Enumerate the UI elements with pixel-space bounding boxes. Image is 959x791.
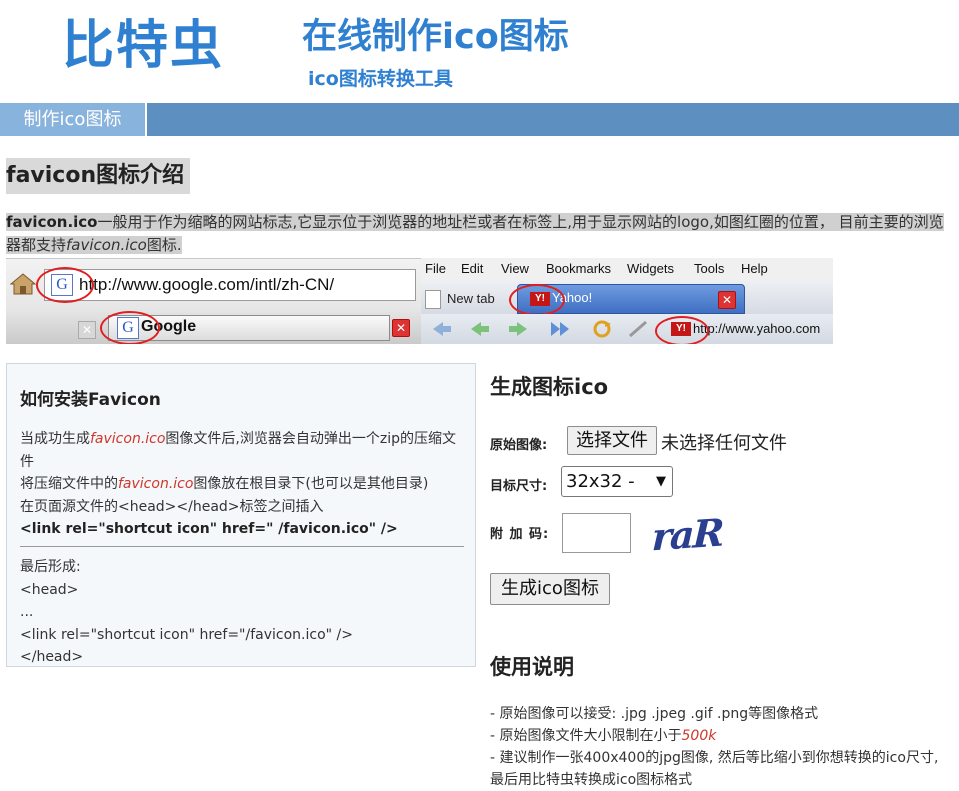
usage-item: - 原始图像文件大小限制在小于500k — [490, 728, 717, 744]
intro-bold-term: favicon.ico — [6, 213, 98, 231]
menu-item: Widgets — [627, 261, 674, 276]
page-subtitle: ico图标转换工具 — [308, 68, 453, 90]
yahoo-tab-bar: New tab Y! Yahoo! ✕ — [421, 280, 833, 316]
close-icon: ✕ — [718, 291, 736, 309]
page-title: 在线制作ico图标 — [302, 17, 569, 57]
usage-list: - 原始图像可以接受: .jpg .jpeg .gif .png等图像格式 - … — [490, 703, 940, 791]
menu-item: File — [425, 261, 446, 276]
intro-italic-term: favicon.ico — [66, 236, 147, 254]
usage-item: - 建议制作一张400x400的jpg图像, 然后等比缩小到你想转换的ico尺寸… — [490, 750, 939, 788]
install-code-snippet: <link rel="shortcut icon" href=" /favico… — [20, 521, 398, 537]
back-icon — [471, 322, 489, 336]
yahoo-nav-toolbar: Y! http://www.yahoo.com — [421, 314, 833, 344]
menu-bar: File Edit View Bookmarks Widgets Tools H… — [421, 258, 833, 280]
install-heading: 如何安装Favicon — [20, 390, 161, 410]
reload-icon — [593, 320, 611, 338]
install-step-1: 当成功生成favicon.ico图像文件后,浏览器会自动弹出一个zip的压缩文件 — [20, 431, 456, 470]
google-tab-bar: ✕ G Google ✕ — [6, 309, 421, 344]
intro-text-end: 图标. — [146, 236, 182, 254]
nav-bar: 制作ico图标 — [0, 103, 959, 136]
back-icon — [433, 322, 451, 336]
result-line: ... — [20, 604, 34, 620]
captcha-label: 附 加 码: — [490, 527, 550, 542]
close-icon: ✕ — [392, 319, 410, 337]
menu-item: Help — [741, 261, 768, 276]
nav-tab-make-ico[interactable]: 制作ico图标 — [0, 103, 147, 136]
menu-item: Bookmarks — [546, 261, 612, 276]
result-line: <link rel="shortcut icon" href="/favicon… — [20, 626, 353, 643]
usage-item: - 原始图像可以接受: .jpg .jpeg .gif .png等图像格式 — [490, 706, 819, 722]
highlight-circle — [100, 311, 160, 344]
install-step-2: 将压缩文件中的favicon.ico图像放在根目录下(也可以是其他目录) — [20, 476, 429, 492]
new-tab-label: New tab — [447, 291, 495, 306]
result-line: <head> — [20, 581, 79, 598]
generate-ico-button[interactable]: 生成ico图标 — [490, 573, 610, 605]
install-step-3: 在页面源文件的<head></head>标签之间插入 — [20, 498, 324, 515]
install-result: 最后形成: <head> ... <link rel="shortcut ico… — [20, 556, 465, 669]
google-url: http://www.google.com/intl/zh-CN/ — [79, 275, 335, 294]
target-size-label: 目标尺寸: — [490, 479, 548, 494]
highlight-circle — [655, 316, 709, 344]
highlight-circle — [36, 267, 94, 303]
close-icon: ✕ — [78, 321, 96, 339]
menu-item: Tools — [694, 261, 725, 276]
menu-item: View — [501, 261, 529, 276]
result-label: 最后形成: — [20, 559, 81, 575]
pen-icon — [629, 320, 647, 338]
google-address-bar: G http://www.google.com/intl/zh-CN/ — [44, 269, 416, 301]
highlight-circle — [509, 284, 565, 316]
divider — [20, 546, 464, 547]
google-browser-illustration: G http://www.google.com/intl/zh-CN/ ✕ G … — [6, 258, 421, 344]
new-tab: New tab — [425, 286, 521, 312]
fast-forward-icon — [551, 322, 569, 336]
generate-heading: 生成图标ico — [490, 375, 609, 399]
menu-item: Edit — [461, 261, 484, 276]
target-size-select[interactable]: 32x32 - ▼ — [561, 466, 673, 497]
captcha-input[interactable] — [562, 513, 631, 553]
chevron-down-icon: ▼ — [656, 474, 666, 489]
site-logo[interactable]: 比特虫 — [62, 14, 224, 78]
yahoo-browser-illustration: File Edit View Bookmarks Widgets Tools H… — [421, 258, 833, 344]
home-icon — [10, 273, 36, 295]
favicon-illustration: G http://www.google.com/intl/zh-CN/ ✕ G … — [6, 258, 833, 344]
intro-paragraph: favicon.ico一般用于作为缩略的网站标志,它显示位于浏览器的地址栏或者在… — [6, 211, 952, 257]
usage-heading: 使用说明 — [490, 655, 574, 679]
install-instructions: 当成功生成favicon.ico图像文件后,浏览器会自动弹出一个zip的压缩文件… — [20, 428, 465, 541]
file-status: 未选择任何文件 — [661, 433, 787, 454]
yahoo-url: http://www.yahoo.com — [693, 321, 821, 336]
target-size-value: 32x32 - — [566, 471, 635, 492]
forward-icon — [509, 322, 527, 336]
intro-heading: favicon图标介绍 — [6, 158, 191, 194]
result-line: </head> — [20, 649, 84, 665]
document-icon — [425, 290, 441, 310]
source-image-label: 原始图像: — [490, 438, 548, 453]
captcha-image[interactable]: raR — [651, 510, 723, 560]
install-guide-box: 如何安装Favicon 当成功生成favicon.ico图像文件后,浏览器会自动… — [6, 363, 476, 667]
choose-file-button[interactable]: 选择文件 — [567, 426, 657, 455]
